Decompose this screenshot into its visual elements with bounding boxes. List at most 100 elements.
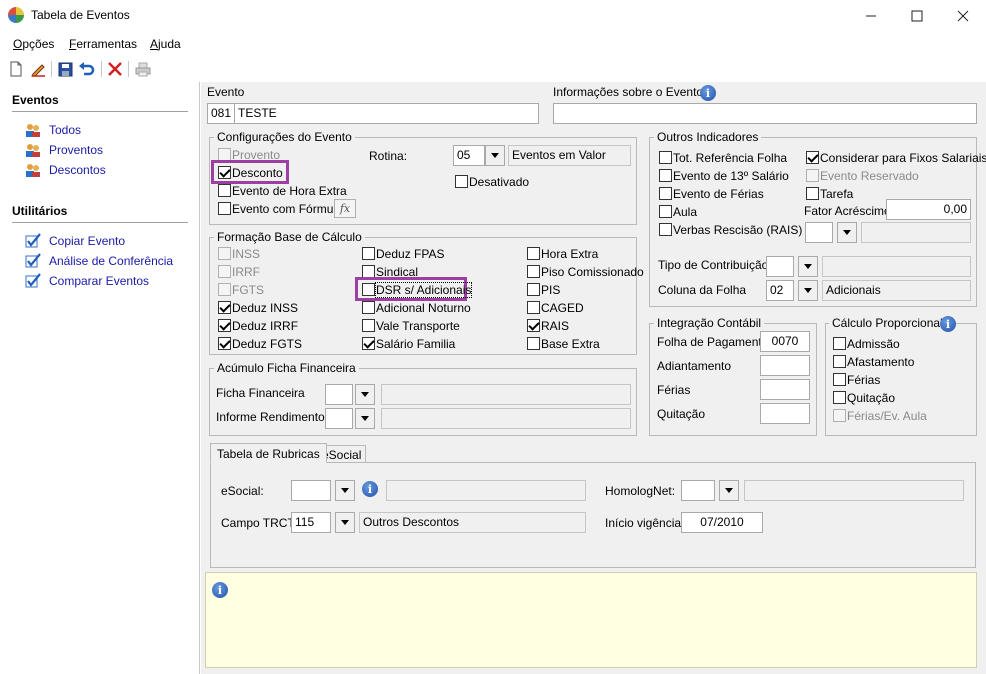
ficha-financeira-input[interactable] [325, 384, 353, 405]
ferias-integracao-input[interactable] [760, 379, 810, 400]
evento-ferias-checkbox[interactable] [659, 187, 672, 200]
print-button[interactable] [134, 60, 152, 78]
rais-checkbox[interactable] [527, 319, 540, 332]
formula-checkbox[interactable] [218, 202, 231, 215]
homolognet-dropdown[interactable] [719, 480, 739, 501]
formula-fx-button[interactable]: fx [334, 199, 356, 218]
informe-rendimentos-dropdown[interactable] [355, 408, 375, 429]
esocial-dropdown[interactable] [335, 480, 355, 501]
ferias-integracao-label: Férias [657, 383, 691, 397]
verbas-rescisao-dropdown[interactable] [837, 222, 857, 243]
coluna-folha-input[interactable]: 02 [766, 280, 794, 301]
desconto-checkbox[interactable] [218, 166, 231, 179]
coluna-folha-dropdown[interactable] [798, 280, 818, 301]
inicio-vigencia-input[interactable]: 07/2010 [681, 512, 763, 533]
menu-bar [0, 33, 986, 55]
undo-button[interactable] [78, 60, 96, 78]
caged-checkbox[interactable] [527, 301, 540, 314]
maximize-button[interactable] [894, 0, 940, 32]
salario-familia-checkbox[interactable] [362, 337, 375, 350]
sidebar-item-copiar-evento[interactable]: Copiar Evento [49, 234, 125, 248]
sidebar-item-proventos[interactable]: Proventos [49, 143, 103, 157]
tot-ref-folha-checkbox[interactable] [659, 151, 672, 164]
formula-label: Evento com Fórmula [232, 202, 343, 216]
check-icon [24, 253, 42, 269]
deduz-inss-checkbox[interactable] [218, 301, 231, 314]
fixos-salariais-checkbox[interactable] [806, 151, 819, 164]
piso-comissionado-checkbox[interactable] [527, 265, 540, 278]
adiantamento-label: Adiantamento [657, 359, 732, 373]
quitacao-proporcional-checkbox[interactable] [833, 391, 846, 404]
adicional-noturno-checkbox[interactable] [362, 301, 375, 314]
menu-ferramentas[interactable]: Ferramentas [69, 37, 137, 51]
integracao-group-title: Integração Contábil [654, 316, 765, 330]
info-evento-input[interactable] [553, 103, 977, 124]
deduz-fgts-checkbox[interactable] [218, 337, 231, 350]
hora-extra-checkbox[interactable] [218, 184, 231, 197]
vale-transporte-checkbox[interactable] [362, 319, 375, 332]
campo-trct-input[interactable]: 115 [291, 512, 331, 533]
esocial-input[interactable] [291, 480, 331, 501]
info-icon[interactable]: i [362, 481, 378, 497]
pis-checkbox[interactable] [527, 283, 540, 296]
adiantamento-input[interactable] [760, 355, 810, 376]
ficha-financeira-dropdown[interactable] [355, 384, 375, 405]
sidebar-item-todos[interactable]: Todos [49, 123, 81, 137]
afastamento-checkbox[interactable] [833, 355, 846, 368]
ferias-ev-aula-checkbox[interactable] [833, 409, 846, 422]
quitacao-integracao-input[interactable] [760, 403, 810, 424]
fator-acrescimo-input[interactable]: 0,00 [886, 199, 971, 220]
evento-name-input[interactable]: TESTE [234, 103, 539, 124]
menu-ajuda[interactable]: Ajuda [150, 37, 181, 51]
save-button[interactable] [56, 60, 74, 78]
base-extra-checkbox[interactable] [527, 337, 540, 350]
rotina-code-input[interactable]: 05 [453, 145, 485, 166]
deduz-fpas-checkbox[interactable] [362, 247, 375, 260]
fgts-label: FGTS [232, 283, 264, 297]
rotina-dropdown-button[interactable] [485, 145, 505, 166]
ferias-proporcional-checkbox[interactable] [833, 373, 846, 386]
deduz-irrf-checkbox[interactable] [218, 319, 231, 332]
menu-opcoes[interactable]: Opções [13, 37, 54, 51]
dsr-adicionais-checkbox[interactable] [362, 283, 375, 296]
tarefa-checkbox[interactable] [806, 187, 819, 200]
users-icon [24, 142, 42, 158]
fgts-checkbox[interactable] [218, 283, 231, 296]
evento-13-checkbox[interactable] [659, 169, 672, 182]
admissao-checkbox[interactable] [833, 337, 846, 350]
informe-rendimentos-input[interactable] [325, 408, 353, 429]
deduz-fgts-label: Deduz FGTS [232, 337, 303, 351]
sidebar-item-analise-conferencia[interactable]: Análise de Conferência [49, 254, 173, 268]
delete-button[interactable] [106, 60, 124, 78]
sidebar-item-comparar-eventos[interactable]: Comparar Eventos [49, 274, 149, 288]
new-document-button[interactable] [7, 60, 25, 78]
verbas-rescisao-input[interactable] [805, 222, 833, 243]
info-icon[interactable]: i [940, 316, 956, 332]
info-icon[interactable]: i [700, 85, 716, 101]
sidebar-item-descontos[interactable]: Descontos [49, 163, 106, 177]
tipo-contribuicao-input[interactable] [766, 256, 794, 277]
verbas-rescisao-checkbox[interactable] [659, 223, 672, 236]
window-title: Tabela de Eventos [31, 8, 130, 22]
tipo-contribuicao-dropdown[interactable] [798, 256, 818, 277]
folha-pagamento-input[interactable]: 0070 [760, 331, 810, 352]
rotina-desc-field: Eventos em Valor [508, 145, 631, 166]
coluna-folha-label: Coluna da Folha [658, 283, 747, 297]
evento-reservado-label: Evento Reservado [820, 169, 919, 183]
evento-reservado-checkbox[interactable] [806, 169, 819, 182]
close-button[interactable] [940, 0, 986, 32]
rais-label: RAIS [541, 319, 570, 333]
campo-trct-dropdown[interactable] [335, 512, 355, 533]
evento-code-input[interactable]: 081 [207, 103, 235, 124]
hora-extra-base-label: Hora Extra [541, 247, 599, 261]
irrf-checkbox[interactable] [218, 265, 231, 278]
homolognet-input[interactable] [681, 480, 715, 501]
desativado-checkbox[interactable] [455, 175, 468, 188]
edit-button[interactable] [29, 60, 47, 78]
tab-tabela-rubricas[interactable]: Tabela de Rubricas [210, 443, 327, 463]
hora-extra-base-checkbox[interactable] [527, 247, 540, 260]
aula-checkbox[interactable] [659, 205, 672, 218]
minimize-button[interactable] [848, 0, 894, 32]
eventos-heading: Eventos [12, 93, 59, 107]
inss-checkbox[interactable] [218, 247, 231, 260]
